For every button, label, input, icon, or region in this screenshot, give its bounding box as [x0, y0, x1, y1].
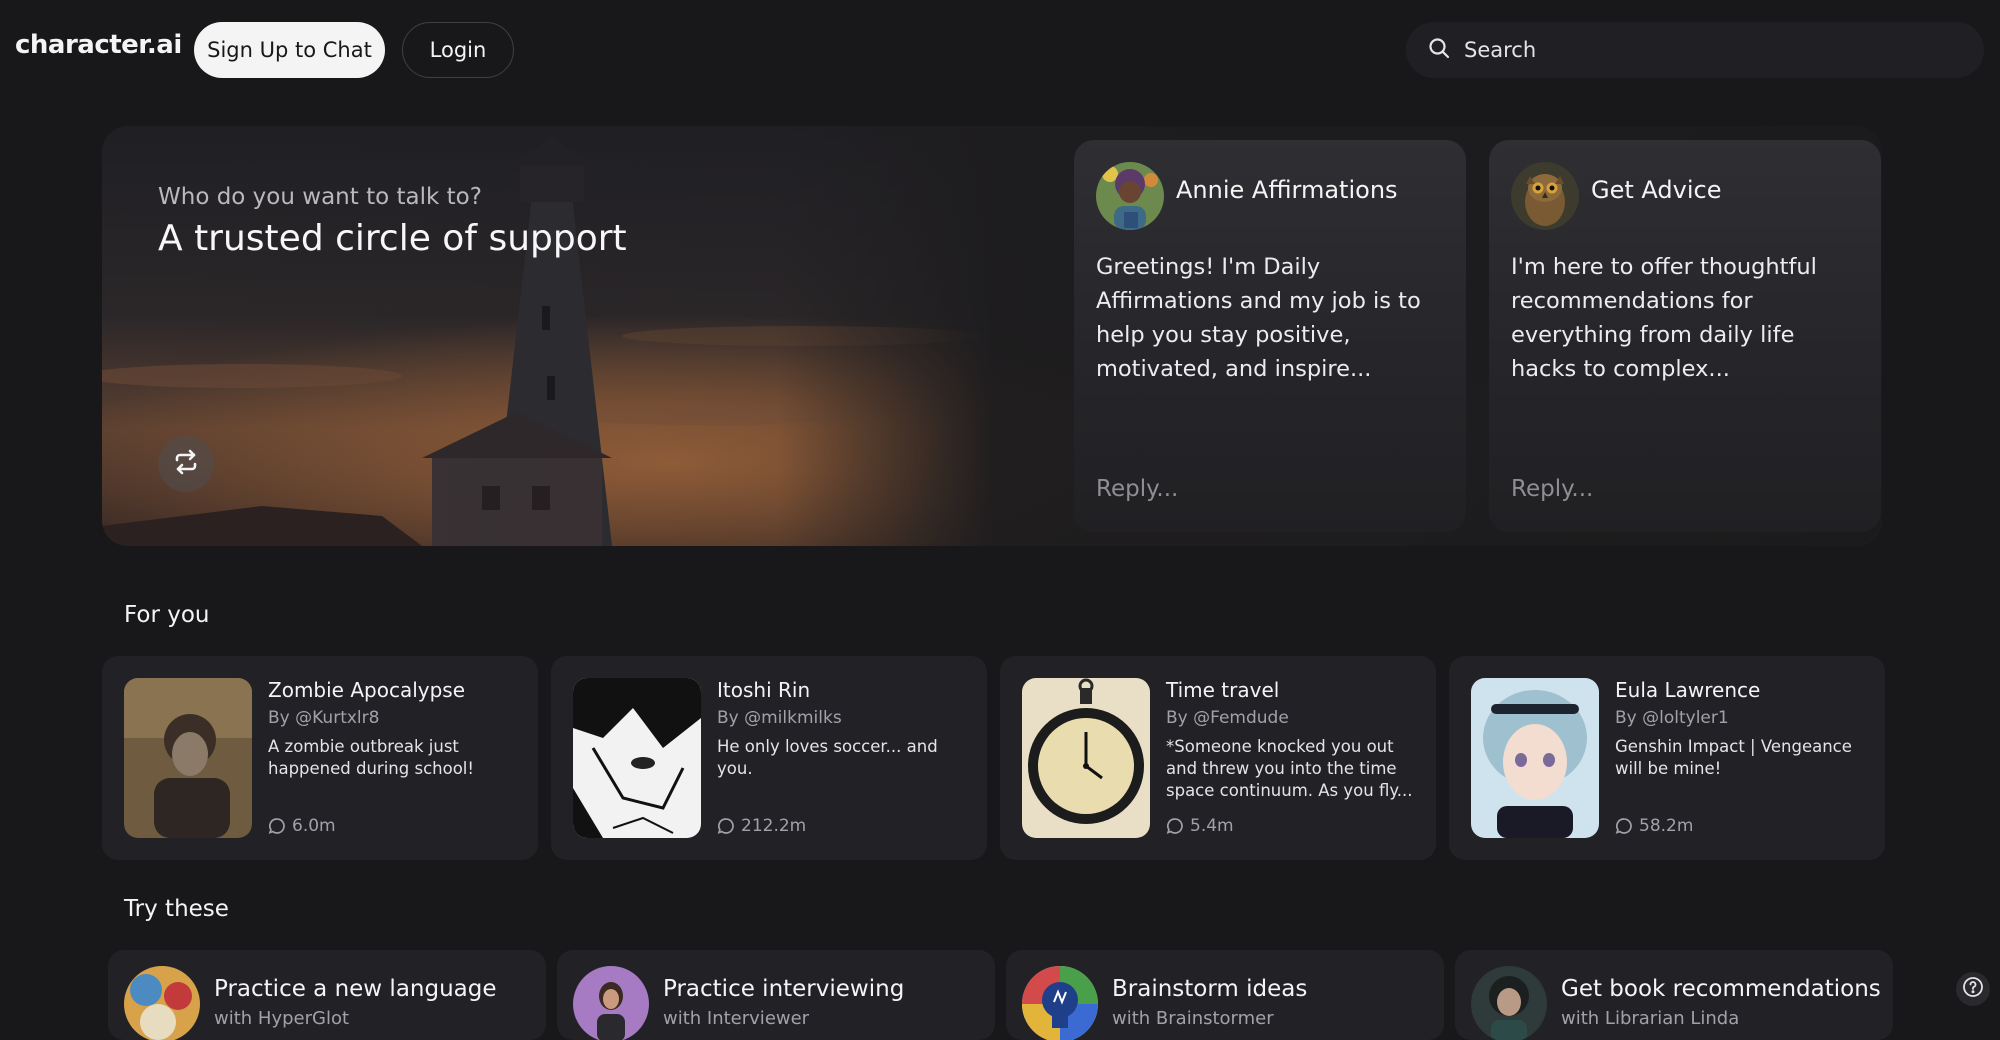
chat-message: Greetings! I'm Daily Affirmations and my…	[1096, 254, 1421, 382]
try-card-label: Practice a new language	[214, 976, 497, 1002]
character-author[interactable]: By @Kurtxlr8	[268, 708, 379, 728]
chat-bubble-icon	[268, 818, 285, 834]
help-icon	[1962, 976, 1984, 1002]
character-card-eula-lawrence[interactable]: Eula Lawrence By @loltyler1 Genshin Impa…	[1449, 656, 1885, 860]
top-bar: character.ai Sign Up to Chat Login Searc…	[0, 0, 2000, 100]
login-button[interactable]: Login	[402, 22, 514, 78]
chat-count-value: 212.2m	[741, 816, 807, 836]
character-thumbnail	[573, 678, 701, 838]
chat-count: 58.2m	[1615, 816, 1693, 836]
reply-input[interactable]: Reply...	[1096, 476, 1178, 502]
search-placeholder: Search	[1464, 38, 1537, 62]
hero-subtitle: Who do you want to talk to?	[158, 184, 482, 210]
reply-input[interactable]: Reply...	[1511, 476, 1593, 502]
chat-count-value: 6.0m	[292, 816, 336, 836]
chat-bubble-icon	[717, 818, 734, 834]
character-author[interactable]: By @loltyler1	[1615, 708, 1729, 728]
try-card-avatar	[1022, 966, 1098, 1040]
character-author[interactable]: By @milkmilks	[717, 708, 842, 728]
try-card-avatar	[1471, 966, 1547, 1040]
try-card-avatar	[124, 966, 200, 1040]
chat-count-value: 5.4m	[1190, 816, 1234, 836]
avatar	[1511, 162, 1579, 230]
character-author[interactable]: By @Femdude	[1166, 708, 1289, 728]
character-description: Genshin Impact | Vengeance will be mine!	[1615, 737, 1852, 778]
try-card-label: Brainstorm ideas	[1112, 976, 1308, 1002]
character-title: Eula Lawrence	[1615, 678, 1761, 702]
refresh-button[interactable]	[158, 436, 214, 492]
search-icon	[1428, 37, 1450, 63]
try-card-subtitle: with Librarian Linda	[1561, 1008, 1740, 1029]
chat-count: 212.2m	[717, 816, 806, 836]
character-description: He only loves soccer... and you.	[717, 737, 938, 778]
chat-message: I'm here to offer thoughtful recommendat…	[1511, 254, 1817, 382]
character-thumbnail	[124, 678, 252, 838]
character-card-time-travel[interactable]: Time travel By @Femdude *Someone knocked…	[1000, 656, 1436, 860]
search-input[interactable]: Search	[1406, 22, 1984, 78]
chat-count: 5.4m	[1166, 816, 1234, 836]
refresh-icon	[172, 448, 200, 480]
character-thumbnail	[1022, 678, 1150, 838]
chat-bubble-icon	[1615, 818, 1632, 834]
character-card-zombie-apocalypse[interactable]: Zombie Apocalypse By @Kurtxlr8 A zombie …	[102, 656, 538, 860]
character-title: Zombie Apocalypse	[268, 678, 466, 702]
try-card-subtitle: with Interviewer	[663, 1008, 810, 1029]
try-card-subtitle: with Brainstormer	[1112, 1008, 1274, 1029]
try-card-book-recommendations[interactable]: Get book recommendations with Librarian …	[1455, 950, 1893, 1040]
try-card-label: Practice interviewing	[663, 976, 905, 1002]
character-title: Time travel	[1166, 678, 1280, 702]
try-card-subtitle: with HyperGlot	[214, 1008, 350, 1029]
avatar	[1096, 162, 1164, 230]
try-card-avatar	[573, 966, 649, 1040]
hero-title: A trusted circle of support	[158, 218, 627, 259]
try-card-practice-interviewing[interactable]: Practice interviewing with Interviewer	[557, 950, 995, 1040]
help-button[interactable]	[1956, 972, 1990, 1006]
chat-name: Annie Affirmations	[1176, 176, 1398, 204]
try-card-brainstorm-ideas[interactable]: Brainstorm ideas with Brainstormer	[1006, 950, 1444, 1040]
character-title: Itoshi Rin	[717, 678, 811, 702]
signup-button[interactable]: Sign Up to Chat	[194, 22, 385, 78]
character-description: A zombie outbreak just happened during s…	[268, 737, 474, 778]
chat-bubble-icon	[1166, 818, 1183, 834]
chat-count-value: 58.2m	[1639, 816, 1694, 836]
chat-card-annie[interactable]: Annie Affirmations Greetings! I'm Daily …	[1074, 140, 1466, 532]
try-card-label: Get book recommendations	[1561, 976, 1881, 1002]
character-thumbnail	[1471, 678, 1599, 838]
character-card-itoshi-rin[interactable]: Itoshi Rin By @milkmilks He only loves s…	[551, 656, 987, 860]
try-card-practice-language[interactable]: Practice a new language with HyperGlot	[108, 950, 546, 1040]
logo[interactable]: character.ai	[15, 30, 182, 60]
try-these-heading: Try these	[124, 896, 229, 922]
chat-name: Get Advice	[1591, 176, 1722, 204]
chat-card-get-advice[interactable]: Get Advice I'm here to offer thoughtful …	[1489, 140, 1881, 532]
chat-count: 6.0m	[268, 816, 336, 836]
character-description: *Someone knocked you out and threw you i…	[1166, 737, 1413, 800]
for-you-heading: For you	[124, 602, 210, 628]
